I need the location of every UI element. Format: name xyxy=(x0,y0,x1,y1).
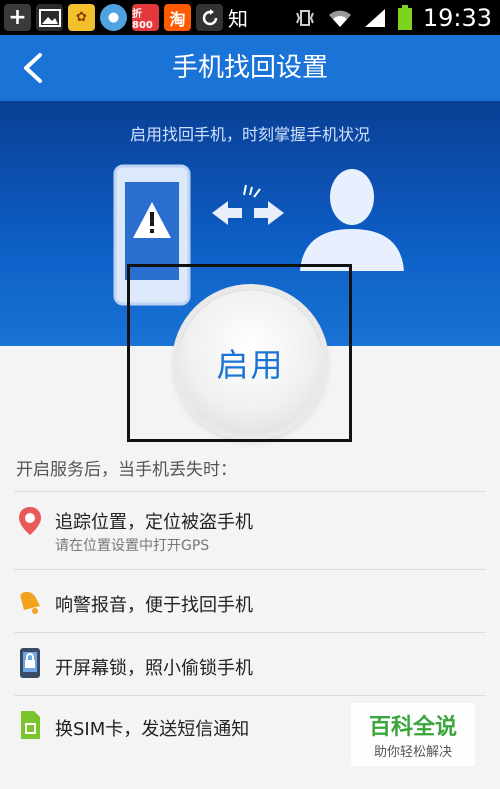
status-bar: + ✿ ● 折800 淘 知 19:33 xyxy=(0,0,500,35)
wifi-icon xyxy=(328,10,351,27)
zhihu-text: 知 xyxy=(228,7,248,31)
highlight-frame xyxy=(127,264,352,442)
notification-icons: + ✿ ● 折800 淘 知 xyxy=(4,4,248,31)
divider xyxy=(14,695,486,696)
intro-text: 开启服务后，当手机丢失时： xyxy=(16,460,237,480)
feature-item-location: 追踪位置，定位被盗手机 请在位置设置中打开GPS xyxy=(0,495,500,555)
deal-app-icon: 折800 xyxy=(132,4,159,31)
system-indicators: 19:33 xyxy=(293,0,492,35)
broken-link-arrows-icon xyxy=(212,184,284,225)
sim-card-icon xyxy=(21,711,40,739)
watermark-logo: 百科全说 助你轻松解决 xyxy=(351,703,475,766)
banner-tagline: 启用找回手机，时刻掌握手机状况 xyxy=(129,125,370,144)
feature-title: 响警报音，便于找回手机 xyxy=(55,595,253,616)
clock: 19:33 xyxy=(422,3,492,32)
add-icon: + xyxy=(4,4,31,31)
gallery-icon xyxy=(36,4,63,31)
cellular-signal-icon xyxy=(364,8,385,27)
feature-item-alarm: 响警报音，便于找回手机 xyxy=(0,571,500,631)
feature-title: 换SIM卡，发送短信通知 xyxy=(55,719,250,740)
location-pin-icon xyxy=(19,507,41,535)
feature-item-lock: 开屏幕锁，照小偷锁手机 xyxy=(0,634,500,694)
divider xyxy=(14,491,486,492)
watermark-sub: 助你轻松解决 xyxy=(373,745,452,760)
feature-title: 开屏幕锁，照小偷锁手机 xyxy=(55,658,253,679)
title-bar: 手机找回设置 xyxy=(0,35,500,101)
battery-icon xyxy=(397,4,412,30)
alarm-bell-icon xyxy=(20,591,40,614)
screen-lock-icon xyxy=(20,648,40,678)
butterfly-app-icon: ✿ xyxy=(68,4,95,31)
divider xyxy=(14,569,486,570)
divider xyxy=(14,632,486,633)
sync-icon xyxy=(196,4,223,31)
page-title: 手机找回设置 xyxy=(171,53,328,83)
feature-subtitle: 请在位置设置中打开GPS xyxy=(55,538,210,554)
person-silhouette-icon xyxy=(300,169,404,271)
chat-bubble-icon: ● xyxy=(100,4,127,31)
vibrate-icon xyxy=(295,9,314,26)
feature-title: 追踪位置，定位被盗手机 xyxy=(55,512,253,533)
taobao-icon: 淘 xyxy=(164,4,191,31)
watermark-main: 百科全说 xyxy=(368,715,457,740)
